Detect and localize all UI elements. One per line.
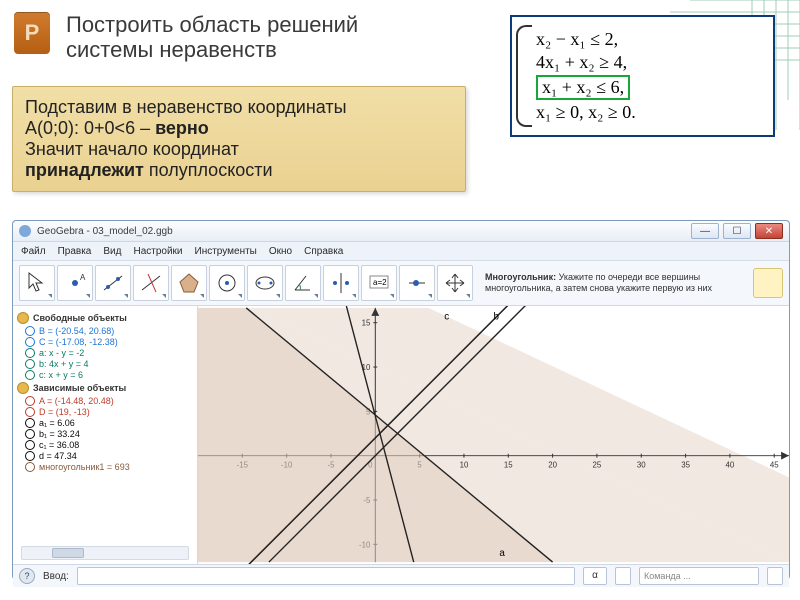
algebra-item[interactable]: d = 47.34 — [25, 451, 193, 461]
input-field[interactable] — [77, 567, 575, 585]
input-bar: ? Ввод: α Команда ... — [13, 564, 789, 587]
algebra-item[interactable]: c: x + y = 6 — [25, 370, 193, 380]
tool-hint: Многоугольник: Укажите по очереди все ве… — [485, 272, 745, 294]
svg-text:b: b — [494, 312, 500, 323]
tool-reflect[interactable] — [323, 265, 359, 301]
input-dropdown[interactable] — [615, 567, 631, 585]
svg-text:20: 20 — [548, 461, 557, 470]
algebra-item[interactable]: a₁ = 6.06 — [25, 418, 193, 428]
menu-file[interactable]: Файл — [21, 246, 46, 257]
svg-text:30: 30 — [637, 461, 646, 470]
svg-text:45: 45 — [770, 461, 779, 470]
algebra-item[interactable]: b₁ = 33.24 — [25, 429, 193, 439]
menu-edit[interactable]: Правка — [58, 246, 92, 257]
menu-window[interactable]: Окно — [269, 246, 292, 257]
command-field[interactable]: Команда ... — [639, 567, 759, 585]
algebra-item[interactable]: c₁ = 36.08 — [25, 440, 193, 450]
highlighted-inequality: x₁ + x₂ ≤ 6, — [536, 75, 630, 100]
algebra-item[interactable]: A = (-14.48, 20.48) — [25, 396, 193, 406]
minimize-button[interactable]: — — [691, 223, 719, 239]
toolbar: A a=2 Многоугольник: Укажите по очереди … — [13, 261, 789, 306]
alpha-button[interactable]: α — [583, 567, 607, 585]
algebra-item[interactable]: a: x - y = -2 — [25, 348, 193, 358]
command-dropdown[interactable] — [767, 567, 783, 585]
svg-text:35: 35 — [681, 461, 690, 470]
svg-text:a=2: a=2 — [373, 278, 387, 287]
coordinate-plot: -15 -10 -5 0 5 10 15 20 25 30 35 40 45 — [198, 306, 789, 564]
window-titlebar: GeoGebra - 03_model_02.ggb — ☐ ✕ — [13, 221, 789, 242]
algebra-item[interactable]: D = (19, -13) — [25, 407, 193, 417]
tool-angle[interactable] — [285, 265, 321, 301]
window-title: GeoGebra - 03_model_02.ggb — [37, 226, 687, 237]
algebra-item[interactable]: C = (-17.08, -12.38) — [25, 337, 193, 347]
algebra-scrollbar[interactable] — [21, 546, 189, 560]
svg-text:15: 15 — [504, 461, 513, 470]
maximize-button[interactable]: ☐ — [723, 223, 751, 239]
help-icon[interactable]: ? — [19, 568, 35, 584]
menu-settings[interactable]: Настройки — [133, 246, 182, 257]
tool-point[interactable]: A — [57, 265, 93, 301]
brace-icon — [516, 25, 532, 127]
menu-bar: Файл Правка Вид Настройки Инструменты Ок… — [13, 242, 789, 261]
hint-icon[interactable] — [753, 268, 783, 298]
explanation-callout: Подставим в неравенство координаты A(0;0… — [12, 86, 466, 192]
tool-perpendicular[interactable] — [133, 265, 169, 301]
geogebra-logo-icon — [19, 225, 31, 237]
svg-text:15: 15 — [362, 319, 371, 328]
menu-tools[interactable]: Инструменты — [195, 246, 257, 257]
svg-text:A: A — [80, 273, 86, 282]
algebra-free-header[interactable]: Свободные объекты — [17, 312, 193, 324]
tool-text[interactable]: a=2 — [361, 265, 397, 301]
algebra-dep-header[interactable]: Зависимые объекты — [17, 382, 193, 394]
algebra-item[interactable]: b: 4x + y = 4 — [25, 359, 193, 369]
algebra-item[interactable]: B = (-20.54, 20.68) — [25, 326, 193, 336]
menu-view[interactable]: Вид — [103, 246, 121, 257]
tool-circle[interactable] — [209, 265, 245, 301]
tool-move[interactable] — [19, 265, 55, 301]
svg-text:25: 25 — [593, 461, 602, 470]
slide-title: Построить область решений системы нераве… — [66, 12, 358, 63]
menu-help[interactable]: Справка — [304, 246, 343, 257]
tool-polygon[interactable] — [171, 265, 207, 301]
tool-line[interactable] — [95, 265, 131, 301]
algebra-item[interactable]: многоугольник1 = 693 — [25, 462, 193, 472]
presentation-badge: P — [14, 12, 50, 54]
tool-slider[interactable] — [399, 265, 435, 301]
tool-move-view[interactable] — [437, 265, 473, 301]
svg-text:10: 10 — [460, 461, 469, 470]
svg-text:c: c — [444, 312, 449, 323]
algebra-view: Свободные объекты B = (-20.54, 20.68)C =… — [13, 306, 198, 564]
close-button[interactable]: ✕ — [755, 223, 783, 239]
input-label: Ввод: — [43, 571, 69, 582]
graphics-view[interactable]: -15 -10 -5 0 5 10 15 20 25 30 35 40 45 — [198, 306, 789, 564]
inequality-system: x₂ − x₁ ≤ 2, 4x₁ + x₂ ≥ 4, x₁ + x₂ ≤ 6, … — [510, 15, 775, 137]
tool-ellipse[interactable] — [247, 265, 283, 301]
svg-text:a: a — [499, 548, 505, 559]
svg-text:40: 40 — [726, 461, 735, 470]
geogebra-window: GeoGebra - 03_model_02.ggb — ☐ ✕ Файл Пр… — [12, 220, 790, 580]
